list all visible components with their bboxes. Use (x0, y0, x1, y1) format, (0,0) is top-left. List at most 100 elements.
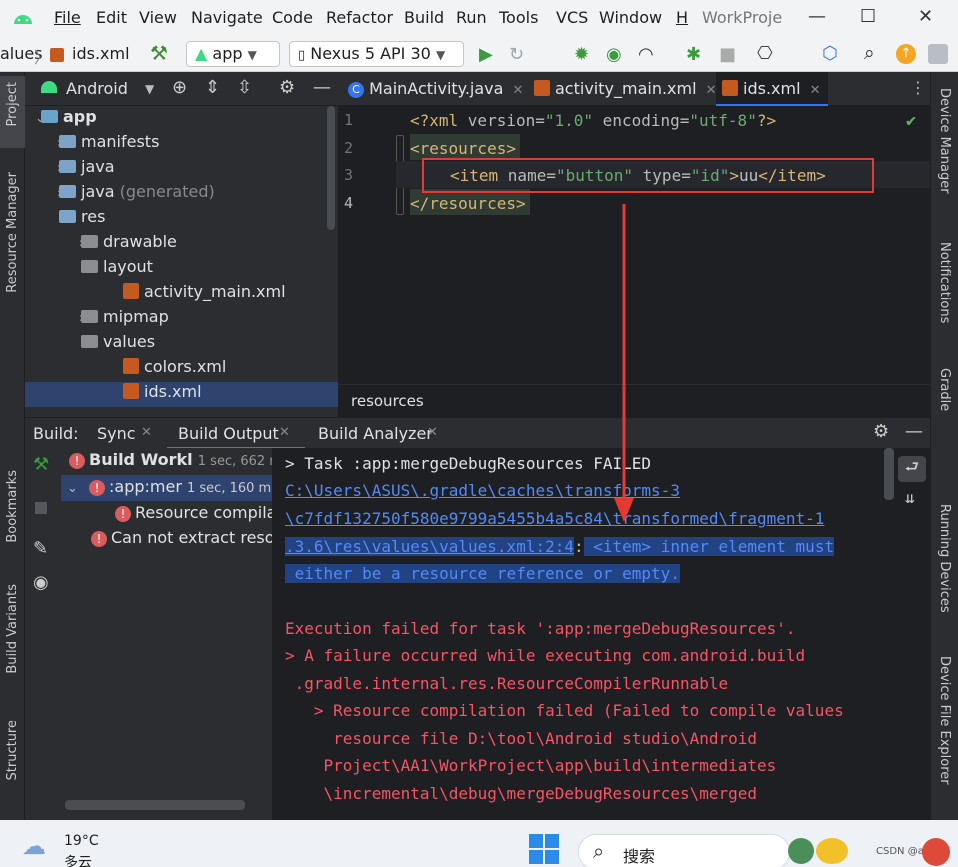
gear-icon[interactable]: ⚙ (873, 421, 889, 442)
close-tab-icon[interactable]: ✕ (513, 83, 524, 98)
menu-run[interactable]: Run (456, 8, 487, 27)
tool-running-devices[interactable]: Running Devices (937, 504, 952, 613)
tab-build-analyzer[interactable]: Build Analyzer (318, 424, 433, 443)
build-tree-row-extract[interactable]: ! Can not extract resou (61, 526, 272, 552)
close-icon[interactable]: ✕ (918, 6, 933, 27)
output-path-link[interactable]: \c7fdf132750f580e9799a5455b4a5c84\transf… (285, 509, 824, 528)
output-scrollbar[interactable] (884, 448, 894, 500)
nav-breadcrumb-file[interactable]: ids.xml (72, 44, 130, 63)
build-tree-row-task[interactable]: ⌄ !:app:mer 1 sec, 160 ms (61, 475, 272, 501)
eye-icon[interactable]: ◉ (33, 572, 49, 593)
search-icon[interactable]: ⌕ (864, 42, 875, 64)
device-select[interactable]: ▯ Nexus 5 API 30 ▼ (289, 41, 464, 67)
chrome-icon[interactable] (922, 838, 950, 866)
attach-debugger-icon[interactable]: ◠ (638, 44, 654, 65)
gear-icon[interactable]: ⚙ (279, 77, 295, 98)
debug-icon[interactable]: ✹ (574, 44, 589, 65)
tree-item-java-generated[interactable]: ›java (generated) (25, 182, 327, 207)
tree-item-app[interactable]: ⌄app (25, 107, 327, 132)
close-tab-icon[interactable]: ✕ (141, 425, 152, 440)
tab-ids[interactable]: ids.xml ✕ (716, 72, 828, 106)
soft-wrap-icon[interactable]: ⮐ (898, 456, 926, 482)
tab-build-output[interactable]: Build Output (178, 424, 279, 443)
chevron-down-icon[interactable]: ▼ (145, 82, 154, 96)
weather-icon[interactable]: ☁ (22, 832, 46, 860)
menu-file[interactable]: File (54, 8, 81, 27)
class-icon: C (348, 82, 364, 98)
globe-icon[interactable] (788, 838, 814, 864)
close-tab-icon[interactable]: ✕ (279, 425, 290, 440)
menu-help[interactable]: H (676, 8, 688, 27)
update-icon[interactable]: ↑ (896, 44, 916, 64)
output-error-line: > A failure occurred while executing com… (285, 646, 806, 665)
tree-item-res[interactable]: ⌄res (25, 207, 327, 232)
more-tabs-icon[interactable]: ⋮ (910, 78, 926, 97)
menu-navigate[interactable]: Navigate (191, 8, 263, 27)
tool-device-manager[interactable]: Device Manager (937, 88, 952, 194)
scroll-to-end-icon[interactable]: ⇊ (905, 488, 915, 507)
menu-code[interactable]: Code (272, 8, 313, 27)
menu-build[interactable]: Build (404, 8, 444, 27)
error-icon: ! (89, 480, 105, 496)
close-tab-icon[interactable]: ✕ (810, 83, 821, 98)
tool-device-file-explorer[interactable]: Device File Explorer (937, 656, 952, 785)
tree-item-layout[interactable]: ⌄layout (25, 257, 327, 282)
hide-icon[interactable]: — (905, 421, 923, 442)
build-tree-scrollbar[interactable] (65, 800, 245, 810)
tool-build-variants[interactable]: Build Variants (5, 584, 20, 674)
tree-item-drawable[interactable]: ›drawable (25, 232, 327, 257)
project-scrollbar[interactable] (327, 106, 335, 230)
profile-icon[interactable]: ◉ (606, 44, 622, 65)
tree-item-manifests[interactable]: ›manifests (25, 132, 327, 157)
tab-sync[interactable]: Sync (97, 424, 136, 443)
device-manager-icon[interactable]: ⎔ (757, 43, 773, 64)
sdk-manager-icon[interactable]: ⬡ (822, 43, 838, 64)
hammer-icon[interactable]: ⚒ (33, 454, 49, 475)
tree-item-java[interactable]: ›java (25, 157, 327, 182)
menu-tools[interactable]: Tools (499, 8, 538, 27)
tree-item-ids[interactable]: ids.xml (25, 382, 338, 407)
tool-gradle[interactable]: Gradle (937, 368, 952, 411)
stop-icon[interactable]: ■ (719, 44, 736, 65)
app-icon[interactable] (816, 838, 848, 864)
hide-icon[interactable]: — (313, 77, 331, 98)
expand-all-icon[interactable]: ⇕ (205, 77, 220, 98)
tree-item-colors[interactable]: colors.xml (25, 357, 327, 382)
tool-notifications[interactable]: Notifications (937, 242, 952, 323)
menu-refactor[interactable]: Refactor (326, 8, 393, 27)
tab-mainactivity[interactable]: C MainActivity.java ✕ (348, 72, 528, 106)
close-tab-icon[interactable]: ✕ (706, 83, 717, 98)
project-view-select[interactable]: Android (66, 79, 128, 98)
run-config-select[interactable]: ▲ app ▼ (186, 41, 280, 67)
run-icon[interactable]: ▶ (479, 44, 493, 65)
start-icon[interactable] (529, 834, 559, 864)
tab-activity-main[interactable]: activity_main.xml ✕ (534, 72, 717, 106)
tool-project[interactable]: Project (5, 82, 20, 126)
minimize-icon[interactable]: — (808, 6, 826, 27)
weather-temp[interactable]: 19°C (64, 833, 99, 849)
menu-window[interactable]: Window (599, 8, 662, 27)
tree-item-mipmap[interactable]: ›mipmap (25, 307, 327, 332)
locate-icon[interactable]: ⊕ (172, 77, 187, 98)
maximize-icon[interactable]: ☐ (860, 6, 876, 27)
tree-item-values[interactable]: ⌄values (25, 332, 327, 357)
menu-view[interactable]: View (139, 8, 177, 27)
weather-desc[interactable]: 多云 (64, 852, 92, 867)
tool-resource-manager[interactable]: Resource Manager (5, 172, 20, 293)
pin-icon[interactable]: ✎ (33, 538, 48, 559)
menu-vcs[interactable]: VCS (556, 8, 588, 27)
rerun-icon[interactable]: ↻ (509, 44, 524, 65)
apply-changes-icon[interactable]: ✱ (686, 44, 701, 65)
build-tree-row-compile[interactable]: ! Resource compilat (61, 501, 272, 527)
build-tree-row-root[interactable]: !Build Workl 1 sec, 662 ms (61, 448, 272, 475)
avatar[interactable] (928, 44, 948, 64)
stop-build-icon[interactable] (35, 502, 47, 514)
tool-bookmarks[interactable]: Bookmarks (5, 470, 20, 543)
taskbar-search[interactable]: ⌕ 搜索 (578, 834, 790, 867)
collapse-all-icon[interactable]: ⇳ (237, 77, 252, 98)
menu-edit[interactable]: Edit (96, 8, 127, 27)
tool-structure[interactable]: Structure (5, 720, 20, 780)
tree-item-activity-main[interactable]: activity_main.xml (25, 282, 327, 307)
hammer-icon[interactable]: ⚒ (150, 41, 168, 65)
close-tab-icon[interactable]: ✕ (427, 425, 438, 440)
